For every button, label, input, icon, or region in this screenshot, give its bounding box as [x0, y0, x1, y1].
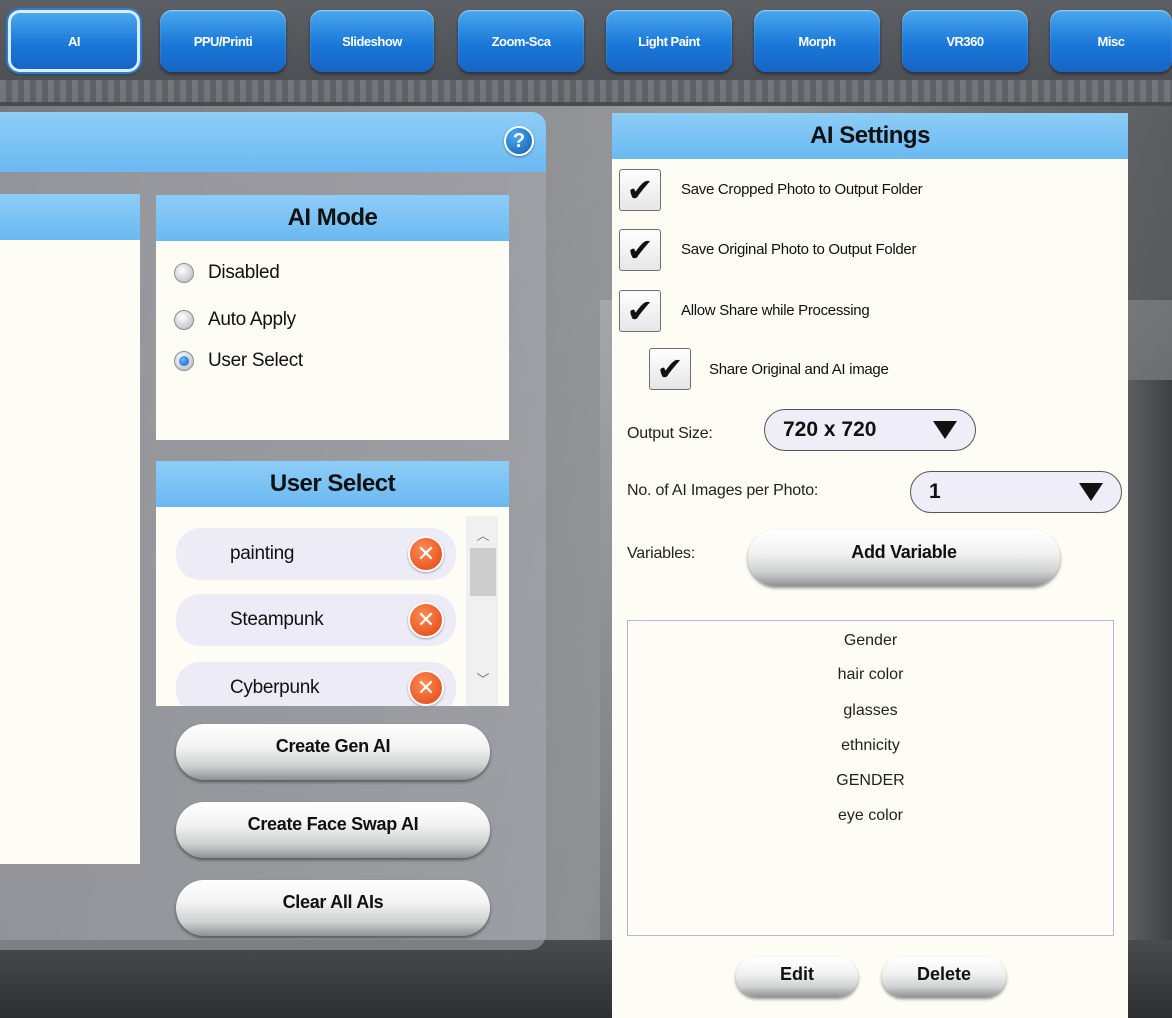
- chevron-down-icon: [933, 421, 957, 439]
- allow-share-label: Allow Share while Processing: [681, 302, 870, 319]
- remove-icon[interactable]: ✕: [408, 670, 444, 706]
- help-icon[interactable]: ?: [504, 126, 534, 156]
- create-gen-ai-button[interactable]: Create Gen AI: [176, 724, 490, 780]
- list-item[interactable]: painting ✕: [176, 528, 456, 580]
- variables-label: Variables:: [627, 545, 695, 562]
- clear-all-ais-button[interactable]: Clear All AIs: [176, 880, 490, 936]
- create-face-swap-ai-button[interactable]: Create Face Swap AI: [176, 802, 490, 858]
- allow-share-checkbox[interactable]: ✔: [619, 290, 661, 332]
- ai-settings-title: AI Settings: [612, 113, 1128, 159]
- tab-slideshow[interactable]: Slideshow: [310, 10, 434, 72]
- tab-light-paint[interactable]: Light Paint: [606, 10, 732, 72]
- images-per-photo-dropdown[interactable]: 1: [910, 471, 1122, 513]
- radio-user-select[interactable]: User Select: [174, 350, 303, 372]
- save-cropped-label: Save Cropped Photo to Output Folder: [681, 181, 923, 198]
- radio-button-selected[interactable]: [174, 351, 194, 371]
- output-size-label: Output Size:: [627, 425, 713, 442]
- scroll-up-icon[interactable]: ︿: [470, 524, 496, 544]
- save-original-checkbox[interactable]: ✔: [619, 229, 661, 271]
- chevron-down-icon: [1079, 483, 1103, 501]
- list-item[interactable]: glasses: [627, 702, 1114, 720]
- images-per-photo-value: 1: [929, 480, 941, 503]
- ai-mode-title: AI Mode: [156, 195, 509, 241]
- list-item[interactable]: eye color: [627, 807, 1114, 825]
- tab-bar-stripe: [0, 80, 1172, 102]
- delete-button[interactable]: Delete: [882, 957, 1006, 997]
- save-cropped-checkbox[interactable]: ✔: [619, 169, 661, 211]
- list-item-label: painting: [230, 543, 295, 564]
- tab-zoom-scape[interactable]: Zoom-Sca: [458, 10, 584, 72]
- radio-label: Disabled: [208, 262, 280, 283]
- ai-list-header: [0, 194, 140, 240]
- list-item[interactable]: ethnicity: [627, 737, 1114, 755]
- remove-icon[interactable]: ✕: [408, 602, 444, 638]
- user-select-title: User Select: [156, 461, 509, 507]
- save-original-label: Save Original Photo to Output Folder: [681, 241, 917, 258]
- radio-button[interactable]: [174, 310, 194, 330]
- images-per-photo-label: No. of AI Images per Photo:: [627, 482, 819, 499]
- scrollbar-thumb[interactable]: [470, 548, 496, 596]
- edit-button[interactable]: Edit: [736, 957, 858, 997]
- tab-vr360[interactable]: VR360: [902, 10, 1028, 72]
- tab-morph[interactable]: Morph: [754, 10, 880, 72]
- tab-misc[interactable]: Misc: [1050, 10, 1172, 72]
- list-item-label: Cyberpunk: [230, 677, 320, 698]
- radio-label: User Select: [208, 350, 303, 371]
- ai-list-box[interactable]: [0, 194, 140, 864]
- share-original-ai-label: Share Original and AI image: [709, 361, 889, 378]
- list-item[interactable]: hair color: [627, 666, 1114, 684]
- radio-auto-apply[interactable]: Auto Apply: [174, 309, 296, 331]
- list-item[interactable]: Cyberpunk ✕: [176, 662, 456, 706]
- list-item-label: Steampunk: [230, 609, 324, 630]
- list-item[interactable]: GENDER: [627, 772, 1114, 790]
- output-size-value: 720 x 720: [783, 418, 877, 441]
- radio-disabled[interactable]: Disabled: [174, 262, 280, 284]
- share-original-ai-checkbox[interactable]: ✔: [649, 348, 691, 390]
- remove-icon[interactable]: ✕: [408, 536, 444, 572]
- tab-ai[interactable]: AI: [8, 10, 140, 72]
- radio-button[interactable]: [174, 263, 194, 283]
- list-item[interactable]: Steampunk ✕: [176, 594, 456, 646]
- tab-ppu-printing[interactable]: PPU/Printi: [160, 10, 286, 72]
- output-size-dropdown[interactable]: 720 x 720: [764, 409, 976, 451]
- list-clip: Cyberpunk ✕: [156, 660, 466, 706]
- add-variable-button[interactable]: Add Variable: [748, 530, 1060, 586]
- scroll-down-icon[interactable]: ﹀: [470, 668, 496, 688]
- ai-panel-header: [0, 112, 546, 172]
- radio-label: Auto Apply: [208, 309, 296, 330]
- list-item[interactable]: Gender: [627, 632, 1114, 650]
